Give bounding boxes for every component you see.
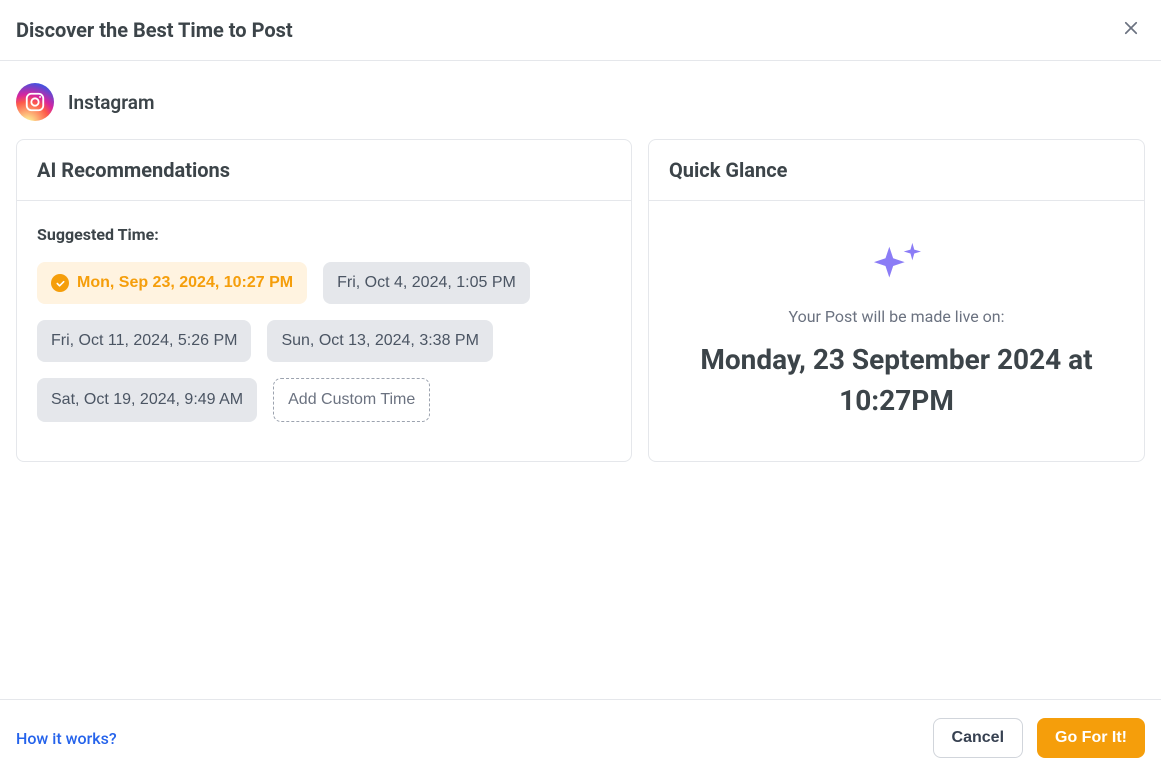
add-custom-time-button[interactable]: Add Custom Time — [273, 378, 430, 422]
recommendations-title: AI Recommendations — [17, 140, 631, 201]
add-custom-time-label: Add Custom Time — [288, 391, 415, 409]
quick-glance-title: Quick Glance — [649, 140, 1144, 201]
time-chip[interactable]: Fri, Oct 4, 2024, 1:05 PM — [323, 262, 530, 304]
cancel-button[interactable]: Cancel — [933, 718, 1023, 758]
time-chip-label: Mon, Sep 23, 2024, 10:27 PM — [77, 274, 293, 292]
platform-label: Instagram — [68, 91, 154, 114]
time-chip-label: Sun, Oct 13, 2024, 3:38 PM — [281, 332, 478, 350]
modal-title: Discover the Best Time to Post — [16, 18, 293, 42]
time-chip-label: Fri, Oct 4, 2024, 1:05 PM — [337, 274, 516, 292]
instagram-icon — [16, 83, 54, 121]
recommendations-body: Suggested Time: Mon, Sep 23, 2024, 10:27… — [17, 201, 631, 450]
content-area: AI Recommendations Suggested Time: Mon, … — [0, 139, 1161, 462]
time-chip[interactable]: Sat, Oct 19, 2024, 9:49 AM — [37, 378, 257, 422]
time-chip-selected[interactable]: Mon, Sep 23, 2024, 10:27 PM — [37, 262, 307, 304]
modal-header: Discover the Best Time to Post — [0, 0, 1161, 61]
footer-buttons: Cancel Go For It! — [933, 718, 1145, 758]
close-button[interactable] — [1117, 16, 1145, 44]
time-chip[interactable]: Fri, Oct 11, 2024, 5:26 PM — [37, 320, 251, 362]
suggested-time-label: Suggested Time: — [37, 225, 611, 244]
check-icon — [51, 274, 69, 292]
how-it-works-link[interactable]: How it works? — [16, 729, 117, 748]
time-chip[interactable]: Sun, Oct 13, 2024, 3:38 PM — [267, 320, 492, 362]
close-icon — [1122, 19, 1140, 41]
sparkle-icon — [681, 241, 1112, 289]
quick-glance-datetime: Monday, 23 September 2024 at 10:27PM — [681, 340, 1112, 421]
time-chip-label: Sat, Oct 19, 2024, 9:49 AM — [51, 391, 243, 409]
quick-glance-card: Quick Glance Your Post will be made live… — [648, 139, 1145, 462]
quick-glance-body: Your Post will be made live on: Monday, … — [649, 201, 1144, 461]
recommendations-card: AI Recommendations Suggested Time: Mon, … — [16, 139, 632, 462]
time-chip-label: Fri, Oct 11, 2024, 5:26 PM — [51, 332, 237, 350]
platform-row: Instagram — [0, 61, 1161, 139]
modal-footer: How it works? Cancel Go For It! — [0, 699, 1161, 776]
confirm-button[interactable]: Go For It! — [1037, 718, 1145, 758]
time-chip-list: Mon, Sep 23, 2024, 10:27 PM Fri, Oct 4, … — [37, 262, 611, 422]
quick-glance-subtitle: Your Post will be made live on: — [681, 307, 1112, 326]
